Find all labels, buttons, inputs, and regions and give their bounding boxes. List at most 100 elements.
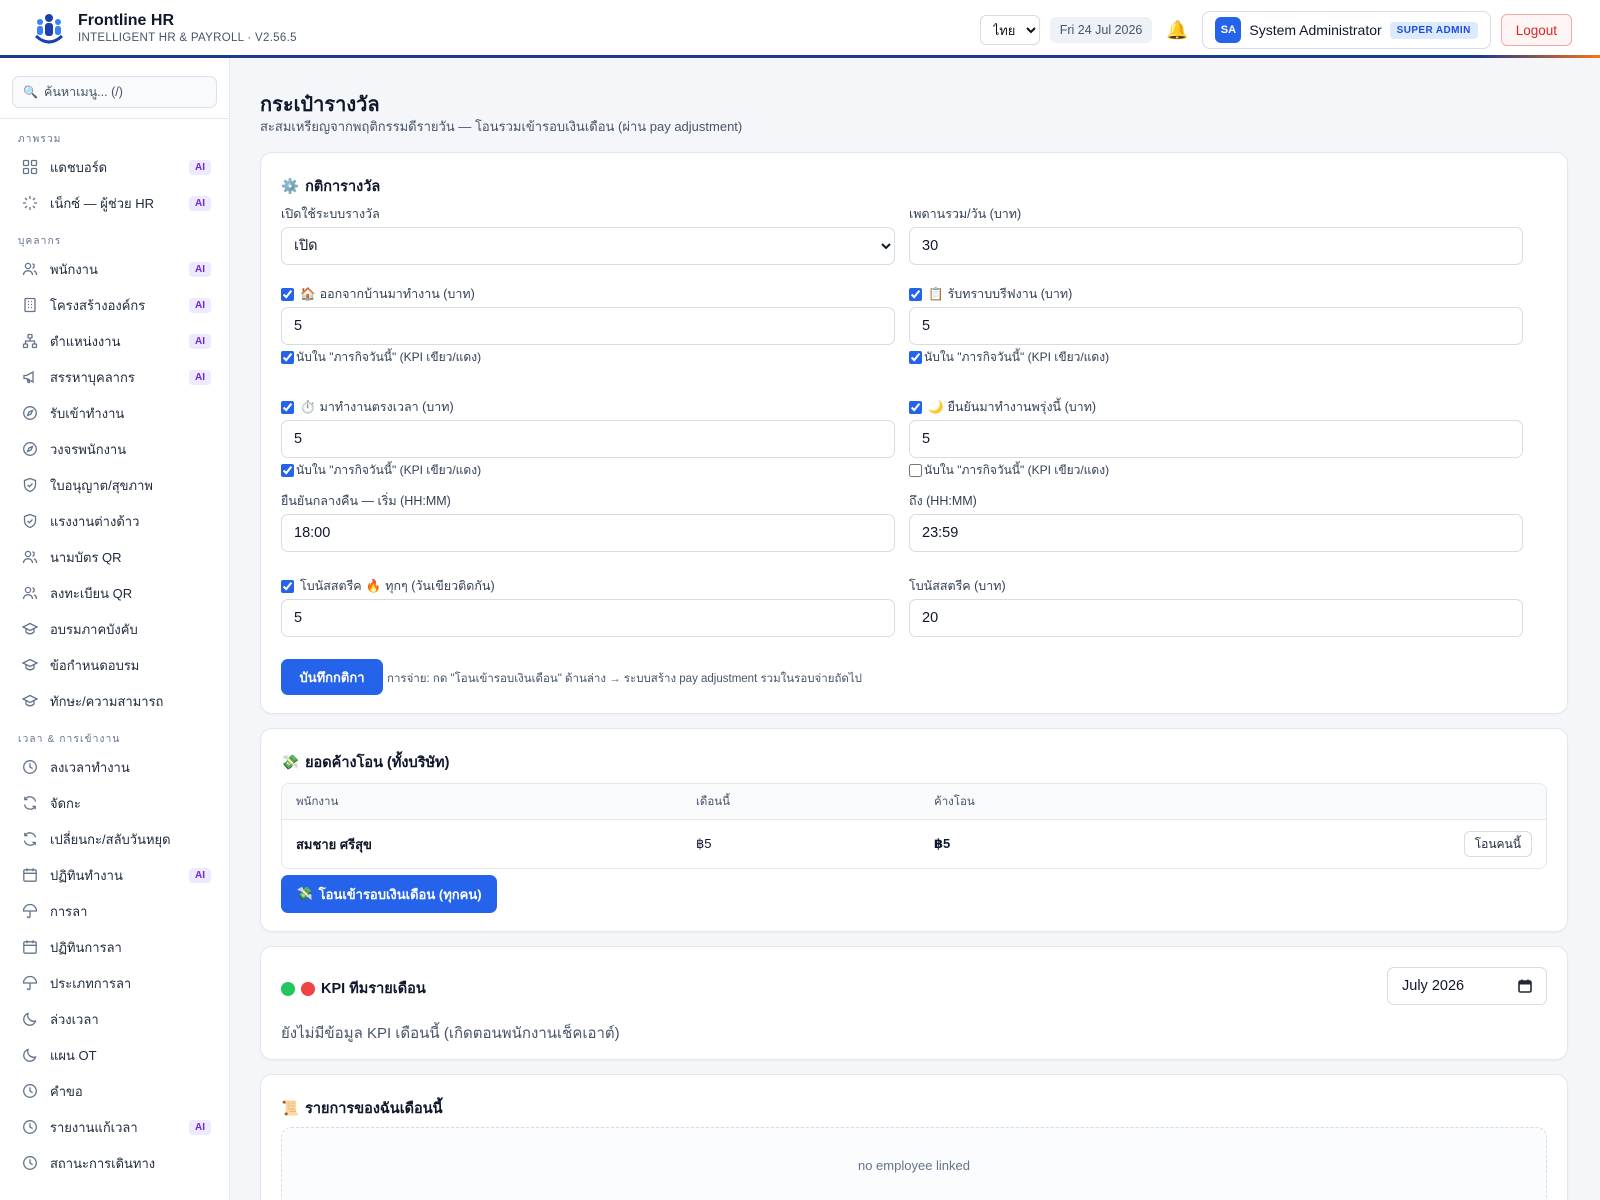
briefing-count-toggle[interactable]: นับใน "ภารกิจวันนี้" (KPI เขียว/แดง): [909, 349, 1523, 365]
green-dot-icon: [281, 981, 295, 996]
briefing-input[interactable]: [909, 307, 1523, 345]
col-employee: พนักงาน: [282, 784, 682, 820]
streak-bonus-input[interactable]: [909, 599, 1523, 637]
on-time-count-toggle[interactable]: นับใน "ภารกิจวันนี้" (KPI เขียว/แดง): [281, 462, 895, 478]
menu-search-input[interactable]: 🔍 ค้นหาเมนู... (/): [12, 76, 217, 108]
night-start-field: ยืนยันกลางคืน — เริ่ม (HH:MM): [281, 492, 895, 552]
sidebar-item-label: ปฏิทินทำงาน: [50, 867, 123, 883]
sidebar-item[interactable]: ใบอนุญาต/สุขภาพ: [0, 467, 229, 503]
sidebar-item[interactable]: นามบัตร QR: [0, 539, 229, 575]
grid-icon: [22, 159, 38, 175]
on-time-count-checkbox[interactable]: [281, 463, 294, 477]
save-rules-button[interactable]: บันทึกกติกา: [281, 659, 383, 695]
sidebar-item[interactable]: จัดกะ: [0, 785, 229, 821]
sidebar-item-label: ตำแหน่งงาน: [50, 333, 121, 349]
sidebar-item[interactable]: ปฏิทินทำงาน AI: [0, 857, 229, 893]
language-select[interactable]: ไทย: [979, 15, 1040, 45]
sidebar-item[interactable]: วงจรพนักงาน: [0, 431, 229, 467]
sidebar-item[interactable]: เปลี่ยนกะ/สลับวันหยุด: [0, 821, 229, 857]
sidebar-divider: [0, 118, 229, 119]
logout-button[interactable]: Logout: [1500, 14, 1572, 46]
sidebar-item-label: ประเภทการลา: [50, 975, 132, 991]
night-start-input[interactable]: [281, 514, 895, 552]
leave-home-label: 🏠 ออกจากบ้านมาทำงาน (บาท): [281, 285, 895, 303]
sidebar-item-label: รับเข้าทำงาน: [50, 405, 125, 421]
sidebar-item[interactable]: โครงสร้างองค์กร AI: [0, 287, 229, 323]
sidebar-item-label: แรงงานต่างด้าว: [50, 513, 140, 529]
briefing-count-checkbox[interactable]: [909, 350, 922, 364]
confirm-tomorrow-count-checkbox[interactable]: [909, 463, 922, 477]
kpi-card-title: KPI ทีมรายเดือน: [281, 977, 426, 1000]
leave-home-count-toggle[interactable]: นับใน "ภารกิจวันนี้" (KPI เขียว/แดง): [281, 349, 895, 365]
pending-card-title: 💸 ยอดค้างโอน (ทั้งบริษัท): [281, 751, 449, 774]
gear-icon: ⚙️: [281, 179, 300, 195]
sidebar-item-label: การลา: [50, 903, 88, 919]
compass-icon: [22, 441, 38, 457]
avatar: SA: [1215, 17, 1242, 43]
leave-home-input[interactable]: [281, 307, 895, 345]
kpi-month-picker[interactable]: July 2026: [1387, 967, 1547, 1005]
clock-icon: [22, 1155, 38, 1171]
transfer-all-button[interactable]: 💸 โอนเข้ารอบเงินเดือน (ทุกคน): [281, 875, 497, 913]
ai-badge: AI: [189, 333, 211, 349]
sidebar-item[interactable]: สถานะการเดินทาง: [0, 1145, 229, 1181]
kpi-title-text: KPI ทีมรายเดือน: [321, 981, 426, 997]
calendar-icon: [22, 867, 38, 883]
user-menu[interactable]: SA System Administrator SUPER ADMIN: [1202, 11, 1491, 49]
sidebar-item[interactable]: ข้อกำหนดอบรม: [0, 647, 229, 683]
sidebar-item[interactable]: ตำแหน่งงาน AI: [0, 323, 229, 359]
on-time-input[interactable]: [281, 420, 895, 458]
sidebar-item-label: แผน OT: [50, 1047, 97, 1063]
daily-cap-input[interactable]: [909, 227, 1523, 265]
transfer-one-button[interactable]: โอนคนนี้: [1463, 831, 1532, 857]
notification-bell-icon[interactable]: 🔔: [1162, 15, 1192, 45]
confirm-tomorrow-count-toggle[interactable]: นับใน "ภารกิจวันนี้" (KPI เขียว/แดง): [909, 462, 1523, 478]
pending-table: พนักงาน เดือนนี้ ค้างโอน สมชาย ศรีสุข ฿5…: [281, 783, 1547, 869]
sidebar-item[interactable]: สรรหาบุคลากร AI: [0, 359, 229, 395]
menu-search-placeholder: ค้นหาเมนู... (/): [43, 85, 123, 99]
confirm-tomorrow-input[interactable]: [909, 420, 1523, 458]
sidebar-item[interactable]: ลงเวลาทำงาน: [0, 749, 229, 785]
sidebar-item-label: รายงานแก้เวลา: [50, 1119, 138, 1135]
night-end-input[interactable]: [909, 514, 1523, 552]
sidebar-item[interactable]: ล่วงเวลา: [0, 1001, 229, 1037]
sidebar-item-label: ลงเวลาทำงาน: [50, 759, 130, 775]
streak-every-input[interactable]: [281, 599, 895, 637]
graduation-cap-icon: [22, 693, 38, 709]
calendar-icon: [1518, 979, 1532, 993]
sidebar-item[interactable]: รายงานแก้เวลา AI: [0, 1109, 229, 1145]
sidebar-item[interactable]: ลงทะเบียน QR: [0, 575, 229, 611]
sidebar-item[interactable]: เน็กซ์ — ผู้ช่วย HR AI: [0, 185, 229, 221]
enable-select[interactable]: เปิด: [281, 227, 895, 265]
umbrella-icon: [22, 903, 38, 919]
house-icon: 🏠: [300, 286, 316, 301]
my-items-card: 📜 รายการของฉันเดือนนี้ no employee linke…: [260, 1074, 1568, 1200]
sidebar-item[interactable]: อบรมภาคบังคับ: [0, 611, 229, 647]
briefing-checkbox[interactable]: [909, 287, 922, 301]
users-icon: [22, 261, 38, 277]
sidebar-item[interactable]: แผน OT: [0, 1037, 229, 1073]
ai-badge: AI: [189, 297, 211, 313]
sidebar-item[interactable]: แรงงานต่างด้าว: [0, 503, 229, 539]
streak-checkbox[interactable]: [281, 579, 294, 593]
sidebar-item[interactable]: ทักษะ/ความสามารถ: [0, 683, 229, 719]
sidebar-item[interactable]: พนักงาน AI: [0, 251, 229, 287]
leave-home-count-checkbox[interactable]: [281, 350, 294, 364]
sidebar-item[interactable]: แดชบอร์ด AI: [0, 149, 229, 185]
sidebar-item[interactable]: รับเข้าทำงาน: [0, 395, 229, 431]
brand[interactable]: Frontline HR INTELLIGENT HR & PAYROLL · …: [32, 12, 297, 46]
sidebar-item[interactable]: ปฏิทินการลา: [0, 929, 229, 965]
leave-home-checkbox[interactable]: [281, 287, 294, 301]
sidebar-item[interactable]: คำขอ: [0, 1073, 229, 1109]
sidebar-item[interactable]: ประเภทการลา: [0, 965, 229, 1001]
search-icon: 🔍: [23, 85, 38, 99]
stopwatch-icon: ⏱️: [300, 399, 316, 414]
confirm-tomorrow-checkbox[interactable]: [909, 400, 922, 414]
sidebar-item[interactable]: การลา: [0, 893, 229, 929]
ai-badge: AI: [189, 369, 211, 385]
red-dot-icon: [301, 981, 315, 996]
megaphone-icon: [22, 369, 38, 385]
streak-bonus-label: โบนัสสตรีค (บาท): [909, 579, 1006, 593]
role-badge: SUPER ADMIN: [1389, 21, 1478, 39]
on-time-checkbox[interactable]: [281, 400, 294, 414]
